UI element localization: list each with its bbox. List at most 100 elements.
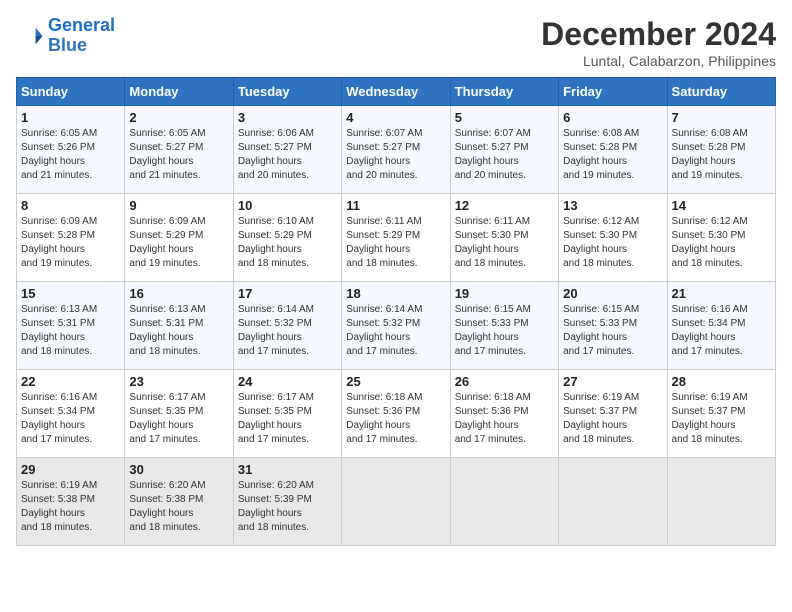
day-number: 1 [21,110,120,125]
day-number: 29 [21,462,120,477]
month-title: December 2024 [541,16,776,53]
day-info: Sunrise: 6:19 AM Sunset: 5:37 PM Dayligh… [672,391,771,447]
day-info: Sunrise: 6:07 AM Sunset: 5:27 PM Dayligh… [346,127,445,183]
calendar-cell: 10 Sunrise: 6:10 AM Sunset: 5:29 PM Dayl… [233,194,341,282]
calendar-cell: 6 Sunrise: 6:08 AM Sunset: 5:28 PM Dayli… [559,106,667,194]
day-number: 31 [238,462,337,477]
day-info: Sunrise: 6:17 AM Sunset: 5:35 PM Dayligh… [238,391,337,447]
day-info: Sunrise: 6:13 AM Sunset: 5:31 PM Dayligh… [21,303,120,359]
calendar-cell [559,458,667,546]
weekday-header: Monday [125,78,233,106]
calendar-cell: 16 Sunrise: 6:13 AM Sunset: 5:31 PM Dayl… [125,282,233,370]
day-number: 3 [238,110,337,125]
calendar-cell: 28 Sunrise: 6:19 AM Sunset: 5:37 PM Dayl… [667,370,775,458]
title-block: December 2024 Luntal, Calabarzon, Philip… [541,16,776,69]
day-number: 12 [455,198,554,213]
location: Luntal, Calabarzon, Philippines [541,53,776,69]
weekday-header: Saturday [667,78,775,106]
calendar-cell: 4 Sunrise: 6:07 AM Sunset: 5:27 PM Dayli… [342,106,450,194]
day-info: Sunrise: 6:10 AM Sunset: 5:29 PM Dayligh… [238,215,337,271]
day-info: Sunrise: 6:11 AM Sunset: 5:30 PM Dayligh… [455,215,554,271]
calendar-cell: 21 Sunrise: 6:16 AM Sunset: 5:34 PM Dayl… [667,282,775,370]
calendar-cell: 24 Sunrise: 6:17 AM Sunset: 5:35 PM Dayl… [233,370,341,458]
day-number: 21 [672,286,771,301]
page-header: General Blue December 2024 Luntal, Calab… [16,16,776,69]
calendar-cell: 20 Sunrise: 6:15 AM Sunset: 5:33 PM Dayl… [559,282,667,370]
day-number: 27 [563,374,662,389]
day-info: Sunrise: 6:14 AM Sunset: 5:32 PM Dayligh… [238,303,337,359]
calendar-cell [450,458,558,546]
day-info: Sunrise: 6:20 AM Sunset: 5:38 PM Dayligh… [129,479,228,535]
day-number: 24 [238,374,337,389]
day-number: 2 [129,110,228,125]
calendar-cell: 25 Sunrise: 6:18 AM Sunset: 5:36 PM Dayl… [342,370,450,458]
day-info: Sunrise: 6:18 AM Sunset: 5:36 PM Dayligh… [455,391,554,447]
day-number: 14 [672,198,771,213]
calendar-cell: 15 Sunrise: 6:13 AM Sunset: 5:31 PM Dayl… [17,282,125,370]
calendar-week-row: 22 Sunrise: 6:16 AM Sunset: 5:34 PM Dayl… [17,370,776,458]
day-number: 4 [346,110,445,125]
calendar-cell: 27 Sunrise: 6:19 AM Sunset: 5:37 PM Dayl… [559,370,667,458]
day-info: Sunrise: 6:19 AM Sunset: 5:38 PM Dayligh… [21,479,120,535]
calendar-week-row: 15 Sunrise: 6:13 AM Sunset: 5:31 PM Dayl… [17,282,776,370]
calendar-table: SundayMondayTuesdayWednesdayThursdayFrid… [16,77,776,546]
day-number: 25 [346,374,445,389]
calendar-cell: 18 Sunrise: 6:14 AM Sunset: 5:32 PM Dayl… [342,282,450,370]
calendar-cell: 13 Sunrise: 6:12 AM Sunset: 5:30 PM Dayl… [559,194,667,282]
calendar-cell: 29 Sunrise: 6:19 AM Sunset: 5:38 PM Dayl… [17,458,125,546]
day-info: Sunrise: 6:15 AM Sunset: 5:33 PM Dayligh… [563,303,662,359]
day-number: 7 [672,110,771,125]
day-number: 10 [238,198,337,213]
weekday-header: Wednesday [342,78,450,106]
calendar-cell [342,458,450,546]
calendar-week-row: 1 Sunrise: 6:05 AM Sunset: 5:26 PM Dayli… [17,106,776,194]
day-info: Sunrise: 6:12 AM Sunset: 5:30 PM Dayligh… [563,215,662,271]
calendar-cell: 1 Sunrise: 6:05 AM Sunset: 5:26 PM Dayli… [17,106,125,194]
calendar-cell: 2 Sunrise: 6:05 AM Sunset: 5:27 PM Dayli… [125,106,233,194]
calendar-cell: 14 Sunrise: 6:12 AM Sunset: 5:30 PM Dayl… [667,194,775,282]
weekday-header: Tuesday [233,78,341,106]
day-number: 6 [563,110,662,125]
day-info: Sunrise: 6:16 AM Sunset: 5:34 PM Dayligh… [672,303,771,359]
weekday-header: Friday [559,78,667,106]
day-number: 17 [238,286,337,301]
day-number: 8 [21,198,120,213]
calendar-cell: 23 Sunrise: 6:17 AM Sunset: 5:35 PM Dayl… [125,370,233,458]
day-number: 30 [129,462,228,477]
day-info: Sunrise: 6:20 AM Sunset: 5:39 PM Dayligh… [238,479,337,535]
day-info: Sunrise: 6:15 AM Sunset: 5:33 PM Dayligh… [455,303,554,359]
logo-general: General [48,15,115,35]
day-number: 23 [129,374,228,389]
calendar-cell: 31 Sunrise: 6:20 AM Sunset: 5:39 PM Dayl… [233,458,341,546]
day-info: Sunrise: 6:09 AM Sunset: 5:28 PM Dayligh… [21,215,120,271]
calendar-week-row: 29 Sunrise: 6:19 AM Sunset: 5:38 PM Dayl… [17,458,776,546]
day-number: 16 [129,286,228,301]
day-info: Sunrise: 6:11 AM Sunset: 5:29 PM Dayligh… [346,215,445,271]
day-number: 26 [455,374,554,389]
day-info: Sunrise: 6:18 AM Sunset: 5:36 PM Dayligh… [346,391,445,447]
logo-icon [16,22,44,50]
day-info: Sunrise: 6:08 AM Sunset: 5:28 PM Dayligh… [672,127,771,183]
calendar-cell: 12 Sunrise: 6:11 AM Sunset: 5:30 PM Dayl… [450,194,558,282]
calendar-cell: 17 Sunrise: 6:14 AM Sunset: 5:32 PM Dayl… [233,282,341,370]
calendar-cell [667,458,775,546]
day-info: Sunrise: 6:16 AM Sunset: 5:34 PM Dayligh… [21,391,120,447]
calendar-cell: 8 Sunrise: 6:09 AM Sunset: 5:28 PM Dayli… [17,194,125,282]
day-info: Sunrise: 6:05 AM Sunset: 5:26 PM Dayligh… [21,127,120,183]
calendar-cell: 30 Sunrise: 6:20 AM Sunset: 5:38 PM Dayl… [125,458,233,546]
day-number: 5 [455,110,554,125]
day-number: 19 [455,286,554,301]
day-number: 22 [21,374,120,389]
day-number: 15 [21,286,120,301]
weekday-header: Sunday [17,78,125,106]
day-info: Sunrise: 6:12 AM Sunset: 5:30 PM Dayligh… [672,215,771,271]
day-number: 9 [129,198,228,213]
weekday-header-row: SundayMondayTuesdayWednesdayThursdayFrid… [17,78,776,106]
logo-blue: Blue [48,35,87,55]
day-number: 20 [563,286,662,301]
calendar-cell: 22 Sunrise: 6:16 AM Sunset: 5:34 PM Dayl… [17,370,125,458]
calendar-week-row: 8 Sunrise: 6:09 AM Sunset: 5:28 PM Dayli… [17,194,776,282]
logo: General Blue [16,16,115,56]
weekday-header: Thursday [450,78,558,106]
day-number: 28 [672,374,771,389]
